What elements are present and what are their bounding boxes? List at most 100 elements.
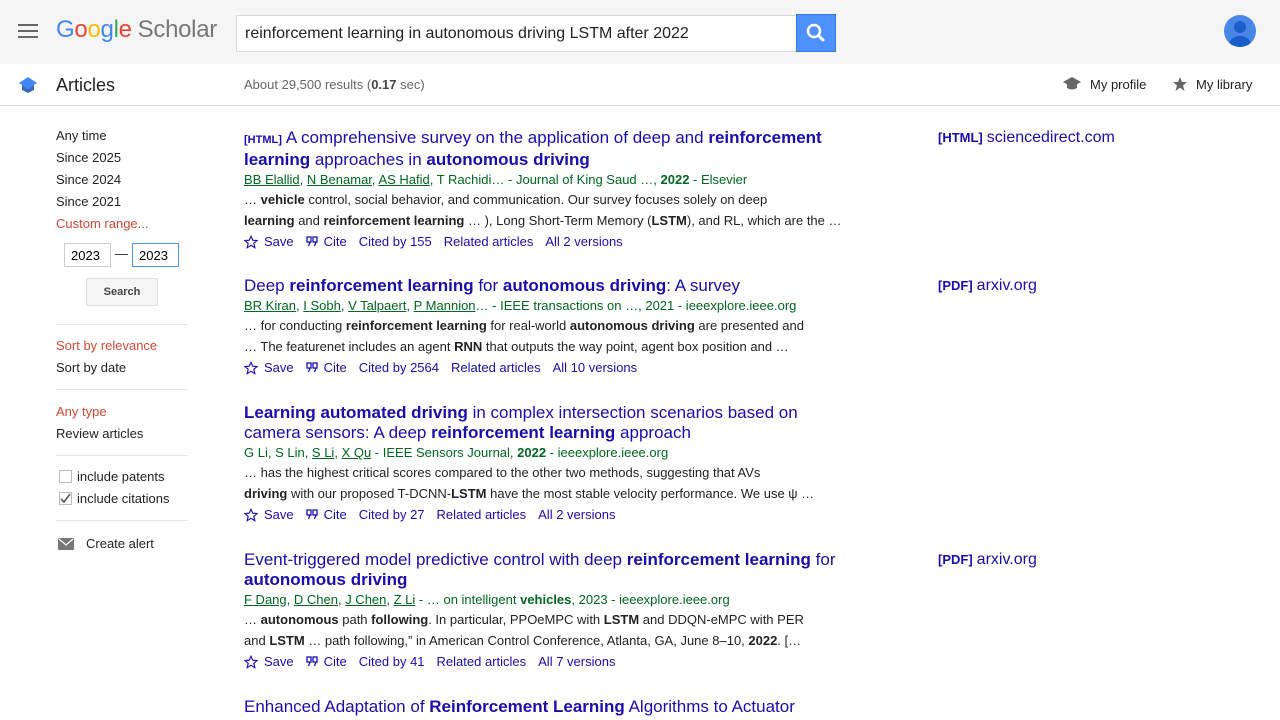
filter-custom-range[interactable]: Custom range... [56, 216, 149, 231]
result-title-link[interactable]: Deep reinforcement learning for autonomo… [244, 276, 844, 296]
include-citations-checkbox[interactable] [59, 492, 72, 505]
author-meta-text: , 2023 - ieeexplore.ieee.org [571, 592, 730, 607]
date-range-search-button[interactable]: Search [86, 278, 158, 306]
my-library-link[interactable]: My library [1172, 76, 1252, 92]
result-authors: BR Kiran, I Sobh, V Talpaert, P Mannion…… [244, 297, 844, 314]
filter-since-2024[interactable]: Since 2024 [56, 172, 121, 187]
author-meta-text: 2022 [517, 445, 547, 460]
title-text: approach [615, 423, 691, 442]
my-profile-label[interactable]: My profile [1090, 77, 1146, 92]
author-link[interactable]: AS Hafid [378, 172, 429, 187]
result-title-link[interactable]: Enhanced Adaptation of Reinforcement Lea… [244, 697, 844, 717]
account-avatar[interactable] [1224, 15, 1256, 47]
result-snippet-line: … has the highest critical scores compar… [244, 463, 844, 482]
snippet-text: following [371, 612, 429, 627]
year-from-input[interactable] [64, 243, 111, 267]
cited-by-link[interactable]: Cited by 27 [359, 505, 425, 524]
result-actions: Save Cite Cited by 155 Related articles All … [244, 232, 844, 251]
cited-by-link[interactable]: Cited by 155 [359, 232, 432, 251]
snippet-text: ), and RL, which are the … [686, 213, 842, 228]
cited-by-link-label: Cited by 155 [358, 234, 432, 249]
create-alert-link[interactable]: Create alert [58, 536, 154, 551]
hamburger-menu-icon[interactable] [18, 24, 38, 38]
fulltext-format-tag: [PDF] [938, 278, 973, 293]
result-title-link[interactable]: [HTML] A comprehensive survey on the appl… [244, 128, 844, 170]
range-dash: — [115, 246, 128, 261]
all-versions-link[interactable]: All 2 versions [538, 505, 615, 524]
snippet-text: 2022 [748, 633, 778, 648]
filter-since-2025[interactable]: Since 2025 [56, 150, 121, 165]
include-citations-label[interactable]: include citations [77, 491, 170, 506]
fulltext-link[interactable]: [PDF] arxiv.org [938, 277, 1037, 295]
result-title-link[interactable]: Event-triggered model predictive control… [244, 550, 844, 590]
author-meta-text: , T Rachidi… - Journal of King Saud …, [429, 172, 661, 187]
search-input[interactable] [236, 15, 797, 52]
save-label: Save [264, 234, 294, 249]
related-articles-link[interactable]: Related articles [451, 358, 541, 377]
filter-any-type[interactable]: Any type [56, 404, 107, 419]
year-to-input[interactable] [132, 243, 179, 267]
save-button[interactable]: Save [244, 232, 294, 251]
author-link[interactable]: J Chen [345, 592, 386, 607]
all-versions-link[interactable]: All 7 versions [538, 652, 615, 671]
author-link[interactable]: BR Kiran [244, 298, 296, 313]
star-outline-icon [244, 507, 258, 522]
fulltext-domain: arxiv.org [976, 277, 1037, 294]
author-link[interactable]: V Talpaert [348, 298, 406, 313]
result-title-link[interactable]: Learning automated driving in complex in… [244, 403, 844, 443]
include-patents-checkbox[interactable] [59, 470, 72, 483]
sub-bar: Articles About 29,500 results (0.17 sec)… [0, 64, 1280, 106]
cite-button[interactable]: Cite [305, 505, 347, 524]
fulltext-link[interactable]: [HTML] sciencedirect.com [938, 129, 1115, 147]
author-link[interactable]: P Mannion [414, 298, 476, 313]
scholar-cap-icon[interactable] [18, 75, 38, 95]
filter-any-time[interactable]: Any time [56, 128, 107, 143]
author-link[interactable]: Z Li [394, 592, 416, 607]
title-text: autonomous driving [426, 150, 590, 169]
save-label: Save [264, 654, 294, 669]
author-link[interactable]: BB Elallid [244, 172, 300, 187]
google-scholar-logo[interactable]: Google Scholar [56, 16, 217, 44]
author-link[interactable]: S Li [312, 445, 334, 460]
cited-by-link[interactable]: Cited by 2564 [359, 358, 439, 377]
title-text: : A survey [666, 276, 740, 295]
snippet-text: … [244, 192, 261, 207]
all-versions-link[interactable]: All 10 versions [553, 358, 638, 377]
author-link[interactable]: D Chen [294, 592, 338, 607]
sort-by-relevance[interactable]: Sort by relevance [56, 338, 157, 353]
my-profile-link[interactable]: My profile [1062, 76, 1146, 92]
cited-by-link[interactable]: Cited by 41 [359, 652, 425, 671]
author-link[interactable]: I Sobh [303, 298, 341, 313]
related-articles-link[interactable]: Related articles [437, 505, 527, 524]
filter-since-2021[interactable]: Since 2021 [56, 194, 121, 209]
all-versions-link[interactable]: All 2 versions [545, 232, 622, 251]
title-text: reinforcement learning [431, 423, 616, 442]
result-snippet-line: … vehicle control, social behavior, and … [244, 190, 844, 209]
cite-button[interactable]: Cite [305, 358, 347, 377]
author-link[interactable]: N Benamar [307, 172, 372, 187]
result-actions: Save Cite Cited by 27 Related articles All 2… [244, 505, 844, 524]
search-button[interactable] [796, 14, 836, 52]
my-library-label[interactable]: My library [1196, 77, 1252, 92]
author-link[interactable]: F Dang [244, 592, 287, 607]
fulltext-link[interactable]: [PDF] arxiv.org [938, 551, 1037, 569]
filter-review-articles[interactable]: Review articles [56, 426, 143, 441]
cite-button[interactable]: Cite [305, 232, 347, 251]
cite-label: Cite [323, 507, 347, 522]
related-articles-link[interactable]: Related articles [444, 232, 534, 251]
title-text: autonomous driving [244, 570, 408, 589]
author-link[interactable]: X Qu [342, 445, 372, 460]
sort-by-date[interactable]: Sort by date [56, 360, 126, 375]
title-text: reinforcement learning [289, 276, 474, 295]
include-patents-label[interactable]: include patents [77, 469, 164, 484]
graduation-cap-icon [1063, 77, 1081, 90]
snippet-text: and [244, 633, 270, 648]
create-alert-label[interactable]: Create alert [86, 536, 154, 551]
save-button[interactable]: Save [244, 505, 294, 524]
related-articles-link[interactable]: Related articles [437, 652, 527, 671]
format-tag: [HTML] [244, 134, 282, 146]
save-button[interactable]: Save [244, 358, 294, 377]
cite-button[interactable]: Cite [305, 652, 347, 671]
result-actions: Save Cite Cited by 2564 Related articles All… [244, 358, 844, 377]
save-button[interactable]: Save [244, 652, 294, 671]
